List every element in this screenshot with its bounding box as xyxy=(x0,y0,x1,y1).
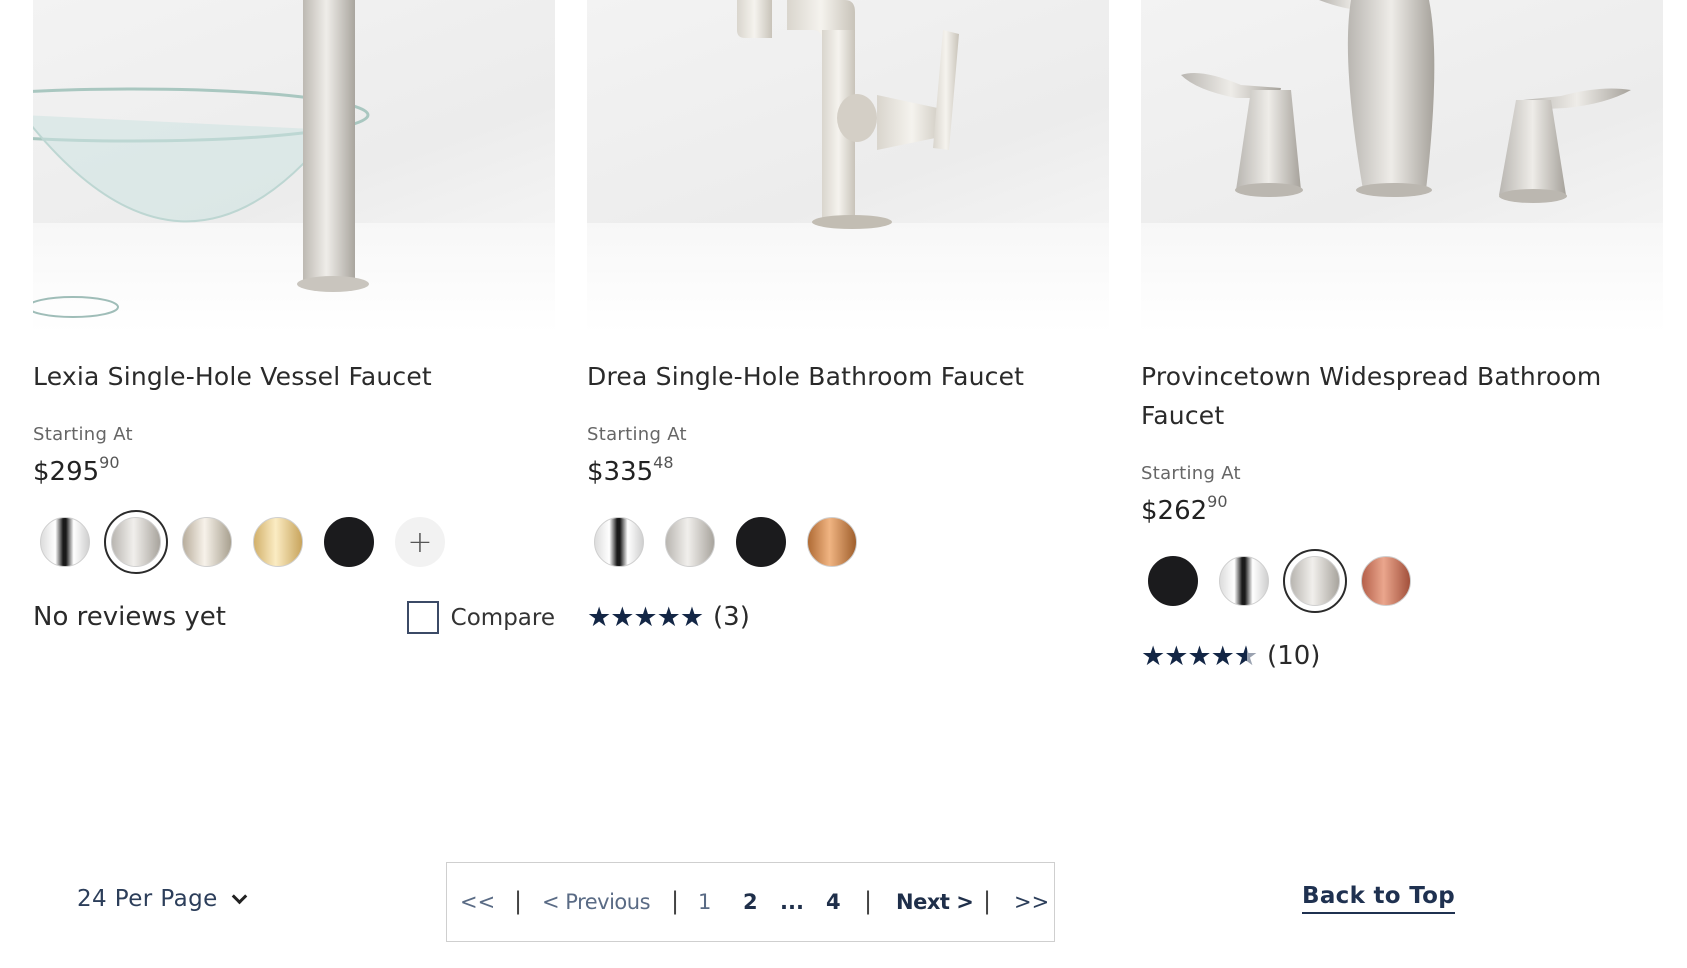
faucet-illustration xyxy=(33,0,370,318)
swatch-polished-nickel[interactable] xyxy=(175,510,239,574)
more-finishes-button[interactable]: + xyxy=(388,510,452,574)
product-card[interactable]: Lexia Single-Hole Vessel Faucet Starting… xyxy=(33,0,555,635)
star-rating: ★★★★★ xyxy=(587,601,704,633)
separator: | xyxy=(864,887,873,915)
price-cents: 90 xyxy=(99,453,120,472)
swatch-chrome[interactable] xyxy=(1212,549,1276,613)
product-title[interactable]: Provincetown Widespread Bathroom Faucet xyxy=(1141,357,1663,435)
starting-at-label: Starting At xyxy=(587,424,687,445)
finish-swatches xyxy=(587,510,1109,574)
starting-at-label: Starting At xyxy=(33,424,133,445)
pagination-ellipsis: ... xyxy=(780,890,804,914)
review-row[interactable]: ★★★★★ (3) xyxy=(587,599,1109,635)
star-rating: ★★★★★ ★ xyxy=(1141,640,1258,672)
full-stars: ★★★★ xyxy=(1141,640,1235,672)
swatch-chrome[interactable] xyxy=(33,510,97,574)
pagination: << | < Previous | 1 2 ... 4 | Next > | >… xyxy=(446,862,1055,942)
product-title[interactable]: Lexia Single-Hole Vessel Faucet xyxy=(33,357,555,396)
swatch-chrome[interactable] xyxy=(587,510,651,574)
page-4-link[interactable]: 4 xyxy=(826,890,841,914)
separator: | xyxy=(983,887,992,915)
page-1-link[interactable]: 1 xyxy=(698,890,711,914)
price-dollars: $262 xyxy=(1141,496,1208,526)
price-cents: 48 xyxy=(653,453,674,472)
starting-at-label: Starting At xyxy=(1141,463,1241,484)
separator: | xyxy=(514,887,523,915)
price-dollars: $295 xyxy=(33,457,100,487)
product-card[interactable]: Drea Single-Hole Bathroom Faucet Startin… xyxy=(587,0,1109,635)
product-card[interactable]: Provincetown Widespread Bathroom Faucet … xyxy=(1141,0,1663,674)
product-image[interactable] xyxy=(587,0,1109,333)
first-page-link[interactable]: << xyxy=(460,890,495,914)
price-cents: 90 xyxy=(1207,492,1228,511)
half-star-fill: ★ xyxy=(1233,640,1247,672)
next-page-link[interactable]: Next > xyxy=(896,890,974,914)
product-title[interactable]: Drea Single-Hole Bathroom Faucet xyxy=(587,357,1109,396)
half-star-icon: ★ ★ xyxy=(1233,640,1258,672)
back-to-top-link[interactable]: Back to Top xyxy=(1302,883,1455,914)
swatch-matte-black[interactable] xyxy=(729,510,793,574)
review-row: No reviews yet Compare xyxy=(33,599,555,635)
compare-label[interactable]: Compare xyxy=(451,605,555,631)
product-image[interactable] xyxy=(33,0,555,333)
swatch-matte-black[interactable] xyxy=(317,510,381,574)
compare-checkbox[interactable] xyxy=(406,601,439,634)
last-page-link[interactable]: >> xyxy=(1014,890,1049,914)
page-2-current: 2 xyxy=(743,890,758,914)
no-reviews-text: No reviews yet xyxy=(33,602,226,632)
product-image[interactable] xyxy=(1141,0,1663,333)
price: $26290 xyxy=(1141,486,1663,527)
review-count[interactable]: (3) xyxy=(713,602,750,632)
swatch-brushed-nickel[interactable] xyxy=(1283,549,1347,613)
per-page-select[interactable]: 24 Per Page xyxy=(77,886,247,912)
swatch-brushed-copper[interactable] xyxy=(800,510,864,574)
compare-toggle[interactable]: Compare xyxy=(406,601,555,634)
faucet-illustration xyxy=(1181,0,1631,203)
swatch-brushed-gold[interactable] xyxy=(246,510,310,574)
separator: | xyxy=(671,887,680,915)
price-dollars: $335 xyxy=(587,457,654,487)
price: $33548 xyxy=(587,447,1109,488)
per-page-label: 24 Per Page xyxy=(77,886,218,912)
faucet-illustration xyxy=(737,0,959,229)
swatch-brushed-nickel[interactable] xyxy=(658,510,722,574)
swatch-matte-black[interactable] xyxy=(1141,549,1205,613)
review-count[interactable]: (10) xyxy=(1267,641,1320,671)
plus-icon: + xyxy=(395,517,445,567)
finish-swatches xyxy=(1141,549,1663,613)
swatch-brushed-nickel[interactable] xyxy=(104,510,168,574)
price: $29590 xyxy=(33,447,555,488)
previous-page-link[interactable]: < Previous xyxy=(542,890,651,914)
review-row[interactable]: ★★★★★ ★ (10) xyxy=(1141,638,1663,674)
finish-swatches: + xyxy=(33,510,555,574)
chevron-down-icon xyxy=(231,888,247,904)
swatch-copper[interactable] xyxy=(1354,549,1418,613)
